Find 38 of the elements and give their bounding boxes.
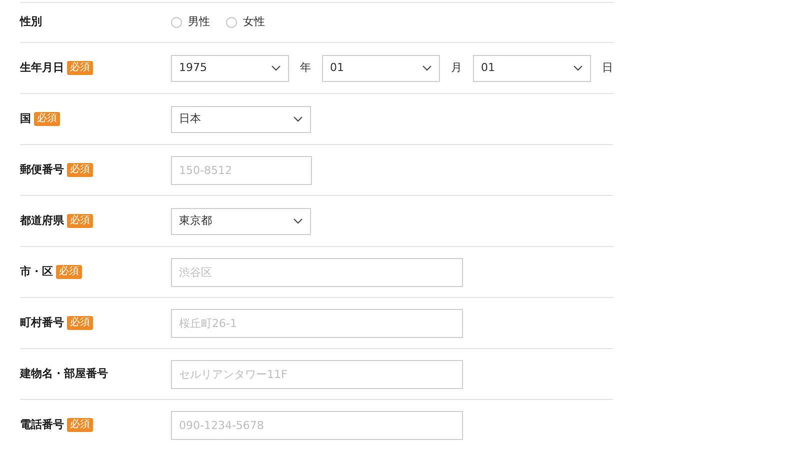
select-field[interactable]: 東京都 — [171, 208, 311, 234]
required-badge: 必須 — [67, 163, 93, 177]
select-field[interactable]: 01 — [322, 54, 440, 82]
field-label: 電話番号 — [20, 416, 64, 433]
field-label: 国 — [20, 110, 31, 127]
text-field[interactable]: 桜丘町26-1 — [171, 308, 463, 338]
date-unit-label: 月 — [451, 60, 462, 76]
chevron-down-icon — [422, 65, 432, 71]
chevron-down-icon — [573, 65, 583, 71]
text-field[interactable]: セルリアンタワー11F — [171, 360, 463, 388]
select-field[interactable]: 1975 — [171, 54, 289, 82]
radio-button[interactable] — [171, 17, 182, 28]
text-field[interactable]: 150-8512 — [171, 156, 312, 184]
radio-label: 男性 — [188, 14, 210, 30]
required-badge: 必須 — [56, 265, 82, 279]
chevron-down-icon — [271, 65, 281, 71]
chevron-down-icon — [293, 116, 303, 122]
field-label: 建物名・部屋番号 — [20, 366, 108, 382]
required-badge: 必須 — [67, 214, 93, 228]
field-label: 市・区 — [20, 264, 53, 280]
radio-label: 女性 — [243, 14, 265, 30]
radio-button[interactable] — [226, 17, 237, 28]
field-label: 性別 — [20, 14, 42, 30]
date-unit-label: 年 — [300, 60, 311, 76]
required-badge: 必須 — [67, 316, 93, 330]
select-field[interactable]: 01 — [473, 54, 591, 82]
required-badge: 必須 — [67, 418, 93, 432]
required-badge: 必須 — [34, 112, 60, 126]
text-field[interactable]: 渋谷区 — [171, 258, 463, 286]
field-label: 町村番号 — [20, 314, 64, 331]
chevron-down-icon — [293, 218, 303, 224]
date-unit-label: 日 — [602, 60, 613, 76]
select-field[interactable]: 日本 — [171, 106, 311, 132]
required-badge: 必須 — [67, 61, 93, 75]
text-field[interactable]: 090-1234-5678 — [171, 410, 463, 440]
field-label: 郵便番号 — [20, 162, 64, 178]
field-label: 生年月日 — [20, 60, 64, 76]
field-label: 都道府県 — [20, 212, 64, 229]
